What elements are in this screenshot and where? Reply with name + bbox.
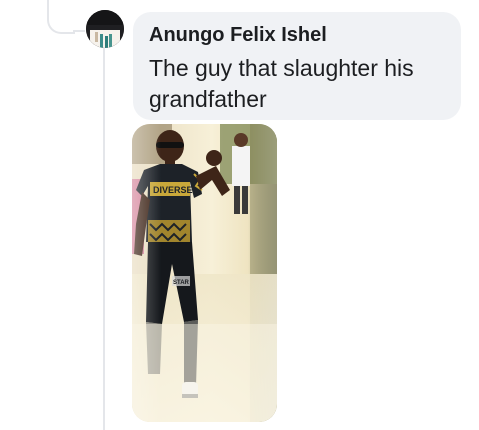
thread-connector-line (103, 48, 105, 430)
comment-thread: Anungo Felix Ishel The guy that slaughte… (0, 0, 479, 430)
comment-author-name[interactable]: Anungo Felix Ishel (149, 23, 447, 47)
comment-bubble: Anungo Felix Ishel The guy that slaughte… (133, 12, 461, 120)
attached-photo-image: DIVERSE STAR (132, 124, 277, 422)
thread-connector-stub (73, 30, 85, 32)
avatar[interactable] (86, 10, 124, 48)
comment-text: The guy that slaughter his grandfather (149, 55, 414, 112)
photo-attachment[interactable]: DIVERSE STAR (132, 124, 277, 422)
profile-photo-icon (86, 10, 124, 48)
thread-connector-curve (47, 0, 75, 34)
